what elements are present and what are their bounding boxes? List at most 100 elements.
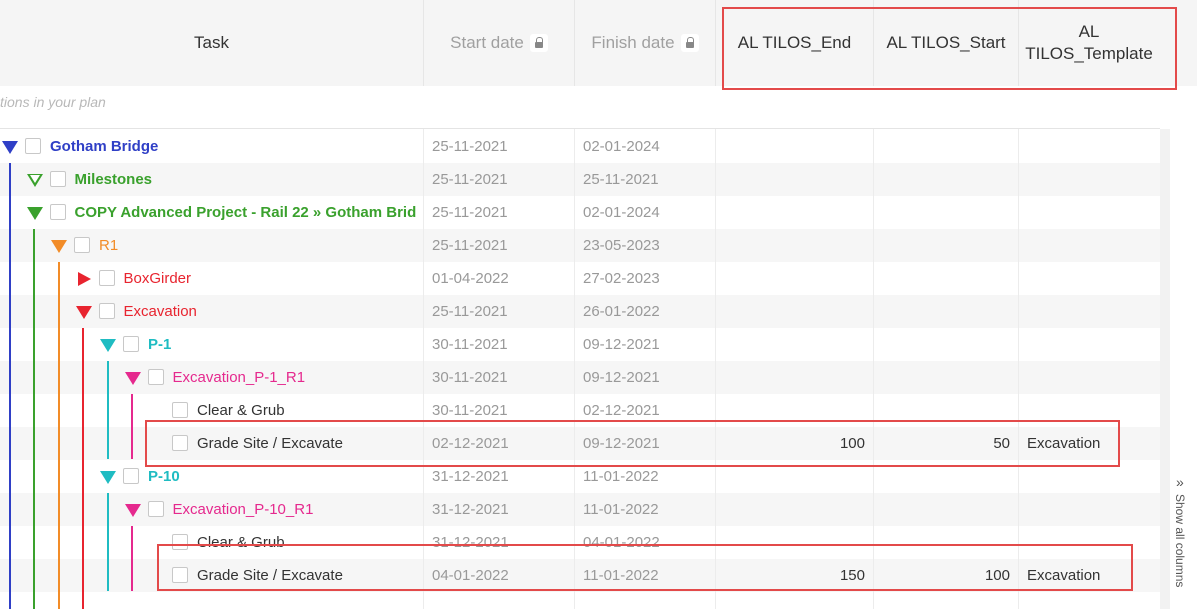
table-row[interactable]: Excavation_P-10_R1 31-12-2021 11-01-2022 xyxy=(0,493,1160,526)
finish-date-cell[interactable]: 27-02-2023 xyxy=(575,262,723,295)
grid-top-border xyxy=(0,128,1160,129)
start-date-cell[interactable]: 25-11-2021 xyxy=(424,295,582,328)
al-tilos-end-cell[interactable] xyxy=(716,328,865,361)
table-row[interactable]: Excavation_P-1_R1 30-11-2021 09-12-2021 xyxy=(0,361,1160,394)
start-date-cell[interactable]: 30-11-2021 xyxy=(424,328,582,361)
task-name[interactable]: P-1 xyxy=(148,328,171,361)
collapse-arrow-icon[interactable] xyxy=(124,372,141,385)
double-chevron-icon: » xyxy=(1176,474,1184,490)
show-all-columns-label: Show all columns xyxy=(1173,494,1187,588)
al-tilos-start-cell[interactable] xyxy=(874,295,1010,328)
al-tilos-end-cell[interactable] xyxy=(716,361,865,394)
al-tilos-template-cell[interactable] xyxy=(1019,295,1167,328)
al-tilos-start-cell[interactable] xyxy=(874,229,1010,262)
show-all-columns-button[interactable]: » Show all columns xyxy=(1170,470,1197,609)
row-checkbox[interactable] xyxy=(147,501,164,517)
al-tilos-end-cell[interactable] xyxy=(716,493,865,526)
row-checkbox[interactable] xyxy=(98,270,115,286)
column-header-task[interactable]: Task xyxy=(0,0,423,86)
al-tilos-end-cell[interactable] xyxy=(716,196,865,229)
al-tilos-end-cell[interactable] xyxy=(716,295,865,328)
table-row[interactable]: P-1 30-11-2021 09-12-2021 xyxy=(0,328,1160,361)
al-tilos-start-cell[interactable] xyxy=(874,196,1010,229)
column-header-finish-date-label: Finish date xyxy=(591,33,675,52)
collapse-arrow-icon[interactable] xyxy=(100,339,116,352)
finish-date-cell[interactable]: 26-01-2022 xyxy=(575,295,723,328)
al-tilos-template-cell[interactable] xyxy=(1019,361,1167,394)
al-tilos-template-cell[interactable] xyxy=(1019,229,1167,262)
collapse-arrow-icon[interactable] xyxy=(75,306,92,319)
al-tilos-start-cell[interactable] xyxy=(874,328,1010,361)
vertical-scrollbar[interactable] xyxy=(1160,129,1170,609)
column-header-finish-date[interactable]: Finish date xyxy=(575,0,715,86)
al-tilos-end-cell[interactable] xyxy=(716,163,865,196)
al-tilos-end-cell[interactable] xyxy=(716,229,865,262)
start-date-cell[interactable]: 31-12-2021 xyxy=(424,493,582,526)
row-checkbox[interactable] xyxy=(25,138,41,154)
collapse-arrow-icon[interactable] xyxy=(100,471,116,484)
start-date-cell[interactable]: 25-11-2021 xyxy=(424,229,582,262)
finish-date-cell[interactable]: 02-01-2024 xyxy=(575,196,723,229)
task-name[interactable]: Excavation_P-10_R1 xyxy=(173,493,314,526)
tree-guide-line xyxy=(107,493,109,591)
milestone-arrow-icon[interactable] xyxy=(26,174,43,187)
finish-date-cell[interactable]: 23-05-2023 xyxy=(575,229,723,262)
column-header-start-date[interactable]: Start date xyxy=(424,0,574,86)
finish-date-cell[interactable]: 25-11-2021 xyxy=(575,163,723,196)
task-name[interactable]: Gotham Bridge xyxy=(50,130,158,163)
hollow-arrow-inner xyxy=(29,175,40,183)
finish-date-cell[interactable]: 09-12-2021 xyxy=(575,361,723,394)
al-tilos-template-cell[interactable] xyxy=(1019,130,1167,163)
expand-arrow-icon[interactable] xyxy=(77,272,91,286)
al-tilos-template-cell[interactable] xyxy=(1019,163,1167,196)
al-tilos-template-cell[interactable] xyxy=(1019,493,1167,526)
lock-icon xyxy=(680,34,699,52)
al-tilos-template-cell[interactable] xyxy=(1019,262,1167,295)
al-tilos-start-cell[interactable] xyxy=(874,361,1010,394)
table-row[interactable]: Excavation 25-11-2021 26-01-2022 xyxy=(0,295,1160,328)
al-tilos-start-cell[interactable] xyxy=(874,262,1010,295)
row-checkbox[interactable] xyxy=(123,336,139,352)
al-tilos-end-cell[interactable] xyxy=(716,130,865,163)
task-name[interactable]: COPY Advanced Project - Rail 22 » Gotham… xyxy=(75,196,417,229)
table-row[interactable]: Milestones 25-11-2021 25-11-2021 xyxy=(0,163,1160,196)
row-checkbox[interactable] xyxy=(123,468,139,484)
finish-date-cell[interactable]: 02-01-2024 xyxy=(575,130,723,163)
task-name[interactable]: Excavation_P-1_R1 xyxy=(173,361,306,394)
row-checkbox[interactable] xyxy=(74,237,90,253)
row-checkbox[interactable] xyxy=(49,204,66,220)
row-checkbox[interactable] xyxy=(172,402,188,418)
task-name[interactable]: Milestones xyxy=(75,163,153,196)
row-checkbox[interactable] xyxy=(147,369,164,385)
lock-icon xyxy=(529,34,548,52)
al-tilos-end-cell[interactable] xyxy=(716,262,865,295)
task-name[interactable]: Excavation xyxy=(124,295,197,328)
row-checkbox[interactable] xyxy=(49,171,66,187)
al-tilos-template-cell[interactable] xyxy=(1019,196,1167,229)
table-row[interactable]: BoxGirder 01-04-2022 27-02-2023 xyxy=(0,262,1160,295)
table-row[interactable]: COPY Advanced Project - Rail 22 » Gotham… xyxy=(0,196,1160,229)
tree-guide-line xyxy=(58,262,60,609)
collapse-arrow-icon[interactable] xyxy=(124,504,141,517)
column-divider xyxy=(423,129,424,609)
task-name[interactable]: R1 xyxy=(99,229,118,262)
start-date-cell[interactable]: 25-11-2021 xyxy=(424,196,582,229)
collapse-arrow-icon[interactable] xyxy=(2,141,18,154)
finish-date-cell[interactable]: 09-12-2021 xyxy=(575,328,723,361)
start-date-cell[interactable]: 01-04-2022 xyxy=(424,262,582,295)
al-tilos-start-cell[interactable] xyxy=(874,163,1010,196)
al-tilos-start-cell[interactable] xyxy=(874,130,1010,163)
task-name[interactable]: BoxGirder xyxy=(124,262,192,295)
tree-guide-line xyxy=(131,394,133,459)
collapse-arrow-icon[interactable] xyxy=(26,207,43,220)
finish-date-cell[interactable]: 11-01-2022 xyxy=(575,493,723,526)
start-date-cell[interactable]: 25-11-2021 xyxy=(424,163,582,196)
row-checkbox[interactable] xyxy=(98,303,115,319)
start-date-cell[interactable]: 30-11-2021 xyxy=(424,361,582,394)
collapse-arrow-icon[interactable] xyxy=(51,240,67,253)
start-date-cell[interactable]: 25-11-2021 xyxy=(424,130,582,163)
al-tilos-start-cell[interactable] xyxy=(874,493,1010,526)
table-row[interactable]: R1 25-11-2021 23-05-2023 xyxy=(0,229,1160,262)
table-row[interactable]: Gotham Bridge 25-11-2021 02-01-2024 xyxy=(0,130,1160,163)
al-tilos-template-cell[interactable] xyxy=(1019,328,1167,361)
